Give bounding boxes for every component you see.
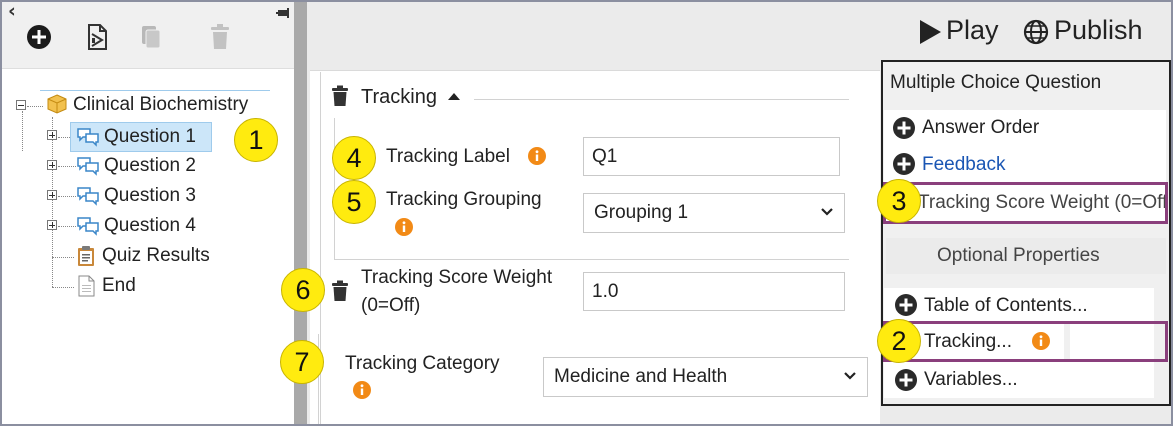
tree-connector [52,257,74,258]
info-icon[interactable] [395,218,413,236]
tree-item-question-2[interactable]: Question 2 [104,154,196,178]
page-icon [78,275,95,297]
callout-badge-5: 5 [332,180,376,224]
answer-order-link[interactable]: Answer Order [922,116,1039,140]
tree-item-end[interactable]: End [102,274,136,298]
tree-connector [27,106,43,107]
tree-item-question-3[interactable]: Question 3 [104,184,196,208]
tree-connector [52,287,74,288]
callout-badge-6: 6 [281,268,325,312]
info-icon[interactable] [353,381,371,399]
add-property-icon[interactable] [894,368,918,392]
tracking-label-input[interactable] [583,137,840,176]
speech-bubbles-icon [77,128,99,147]
info-icon[interactable] [528,147,546,165]
tracking-category-value: Medicine and Health [554,366,728,387]
delete-icon[interactable] [205,22,235,52]
tracking-score-weight-input[interactable] [583,272,845,311]
tree-item-question-1[interactable]: Question 1 [104,125,196,149]
add-property-icon[interactable] [892,116,916,140]
collapse-pane-icon[interactable]: ‹ [8,0,16,22]
tree-item-quiz-results[interactable]: Quiz Results [102,244,210,268]
callout-badge-3: 3 [877,179,921,223]
callout-badge-2: 2 [877,319,921,363]
collapse-caret-icon[interactable] [448,93,460,100]
tracking-grouping-value: Grouping 1 [594,202,689,223]
divider [334,259,849,260]
tracking-score-weight-label: Tracking Score Weight [361,267,553,288]
tree-connector [22,111,23,151]
tree-connector [58,166,76,167]
divider [310,70,880,71]
play-button[interactable]: Play [946,15,999,46]
chevron-down-icon [821,208,833,216]
optional-properties-title: Optional Properties [937,245,1100,266]
tree-connector [52,117,53,287]
tracking-category-select[interactable]: Medicine and Health [543,357,868,397]
tree-root-label[interactable]: Clinical Biochemistry [73,93,248,117]
project-tree-pane: ‹ Clinical Biochemistry Question 1 Quest… [2,0,294,424]
tracking-grouping-label: Tracking Grouping [386,189,542,210]
add-property-icon[interactable] [892,152,916,176]
callout-badge-1: 1 [234,118,278,162]
tracking-section-title[interactable]: Tracking [361,85,437,109]
tracking-category-label: Tracking Category [345,353,500,374]
speech-bubbles-icon [77,157,99,176]
delete-property-icon[interactable] [331,280,349,302]
tracking-grouping-select[interactable]: Grouping 1 [583,193,845,233]
speech-bubbles-icon [77,217,99,236]
tree-toolbar: ‹ [2,0,294,68]
copy-icon[interactable] [136,22,166,52]
tracking-label-label: Tracking Label [386,146,510,167]
tree-connector [58,226,76,227]
callout-badge-4: 4 [332,136,376,180]
tree-expand-toggle[interactable] [47,220,57,230]
tree-item-question-4[interactable]: Question 4 [104,214,196,238]
add-property-icon[interactable] [894,293,918,317]
import-page-icon[interactable] [82,22,112,52]
tree-connector [58,196,76,197]
clipboard-icon [78,246,94,266]
feedback-link[interactable]: Feedback [922,153,1005,177]
callout-badge-7: 7 [280,340,324,384]
table-of-contents-link[interactable]: Table of Contents... [924,294,1088,318]
tree-expand-toggle[interactable] [47,160,57,170]
divider [474,99,849,100]
highlight-box [883,321,1168,362]
delete-section-icon[interactable] [331,85,349,107]
pin-icon[interactable] [276,6,290,20]
speech-bubbles-icon [77,187,99,206]
publish-button[interactable]: Publish [1054,15,1143,46]
properties-title: Multiple Choice Question [890,72,1102,93]
play-icon[interactable] [920,20,941,44]
globe-icon[interactable] [1023,19,1049,45]
tree-expand-toggle[interactable] [47,130,57,140]
add-icon[interactable] [24,22,54,52]
tree-root-underline [40,90,270,91]
tree-collapse-toggle[interactable] [16,100,26,110]
chevron-down-icon [844,372,856,380]
tree-expand-toggle[interactable] [47,190,57,200]
tracking-score-weight-label-sub: (0=Off) [361,295,421,316]
highlight-box [883,182,1168,224]
variables-link[interactable]: Variables... [924,368,1018,392]
package-icon [47,94,67,114]
